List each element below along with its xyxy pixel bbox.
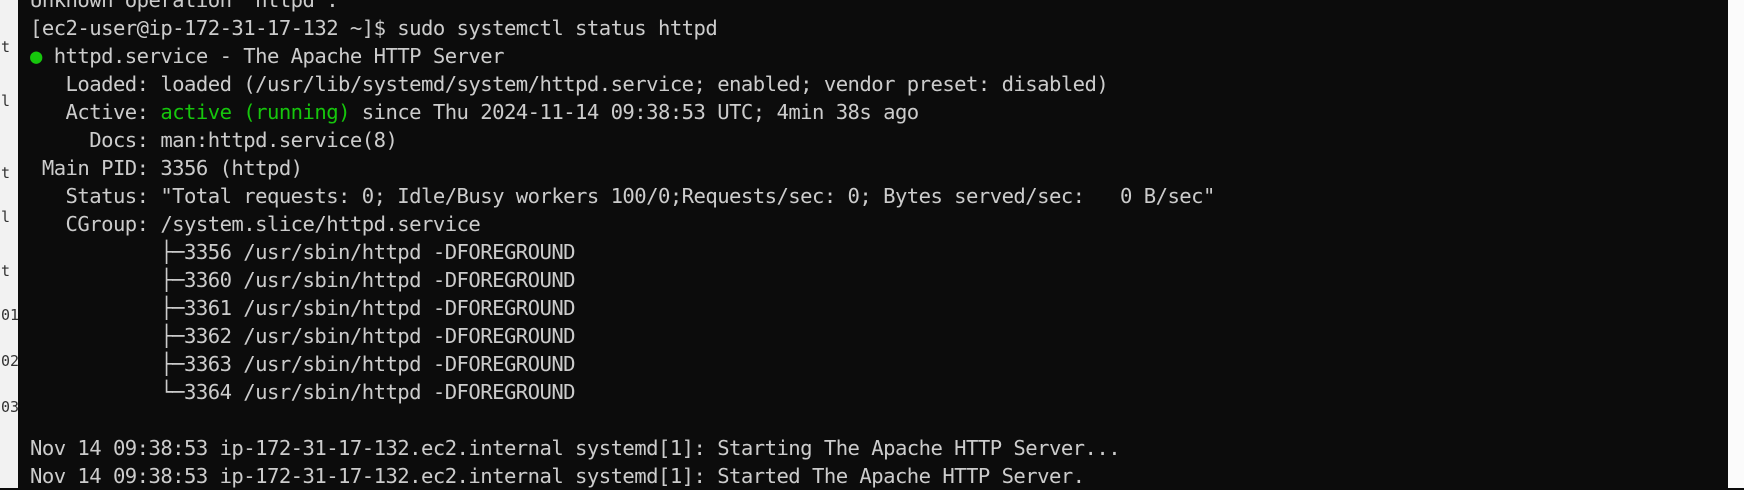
- left-fragment: l: [1, 208, 11, 226]
- active-label: Active:: [30, 100, 161, 124]
- terminal-output: Unknown operation 'httpd'. [ec2-user@ip-…: [30, 0, 1215, 490]
- process-line: ├─3362 /usr/sbin/httpd -DFOREGROUND: [30, 324, 576, 348]
- cgroup-line: CGroup: /system.slice/httpd.service: [30, 212, 481, 236]
- left-fragment: t: [1, 164, 11, 182]
- active-line: Active: active (running) since Thu 2024-…: [30, 98, 1215, 126]
- terminal-window[interactable]: Unknown operation 'httpd'. [ec2-user@ip-…: [18, 0, 1728, 490]
- background-window-edge: t l t l t 01 02 03: [0, 0, 20, 490]
- process-line: └─3364 /usr/sbin/httpd -DFOREGROUND: [30, 380, 576, 404]
- docs-line: Docs: man:httpd.service(8): [30, 128, 398, 152]
- process-line: ├─3361 /usr/sbin/httpd -DFOREGROUND: [30, 296, 576, 320]
- left-fragment: t: [1, 262, 11, 280]
- active-state: active (running): [160, 100, 350, 124]
- unit-title-line: ● httpd.service - The Apache HTTP Server: [30, 42, 1215, 70]
- command-prompt-line: [ec2-user@ip-172-31-17-132 ~]$ sudo syst…: [30, 16, 718, 40]
- loaded-line: Loaded: loaded (/usr/lib/systemd/system/…: [30, 72, 1109, 96]
- left-fragment: t: [1, 38, 11, 56]
- process-line: ├─3363 /usr/sbin/httpd -DFOREGROUND: [30, 352, 576, 376]
- log-line: Nov 14 09:38:53 ip-172-31-17-132.ec2.int…: [30, 436, 1121, 460]
- status-line: Status: "Total requests: 0; Idle/Busy wo…: [30, 184, 1216, 208]
- active-since: since Thu 2024-11-14 09:38:53 UTC; 4min …: [349, 100, 919, 124]
- process-line: ├─3356 /usr/sbin/httpd -DFOREGROUND: [30, 240, 576, 264]
- left-fragment: l: [1, 92, 11, 110]
- scrollbar-gutter[interactable]: [1728, 0, 1744, 490]
- process-line: ├─3360 /usr/sbin/httpd -DFOREGROUND: [30, 268, 576, 292]
- status-dot-icon: ●: [30, 44, 42, 68]
- unit-title: httpd.service - The Apache HTTP Server: [41, 44, 505, 68]
- log-line: Nov 14 09:38:53 ip-172-31-17-132.ec2.int…: [30, 464, 1085, 488]
- left-fragment: 02: [1, 352, 20, 370]
- left-fragment: 01: [1, 306, 20, 324]
- previous-output-line: Unknown operation 'httpd'.: [30, 0, 339, 12]
- left-fragment: 03: [1, 398, 20, 416]
- main-pid-line: Main PID: 3356 (httpd): [30, 156, 303, 180]
